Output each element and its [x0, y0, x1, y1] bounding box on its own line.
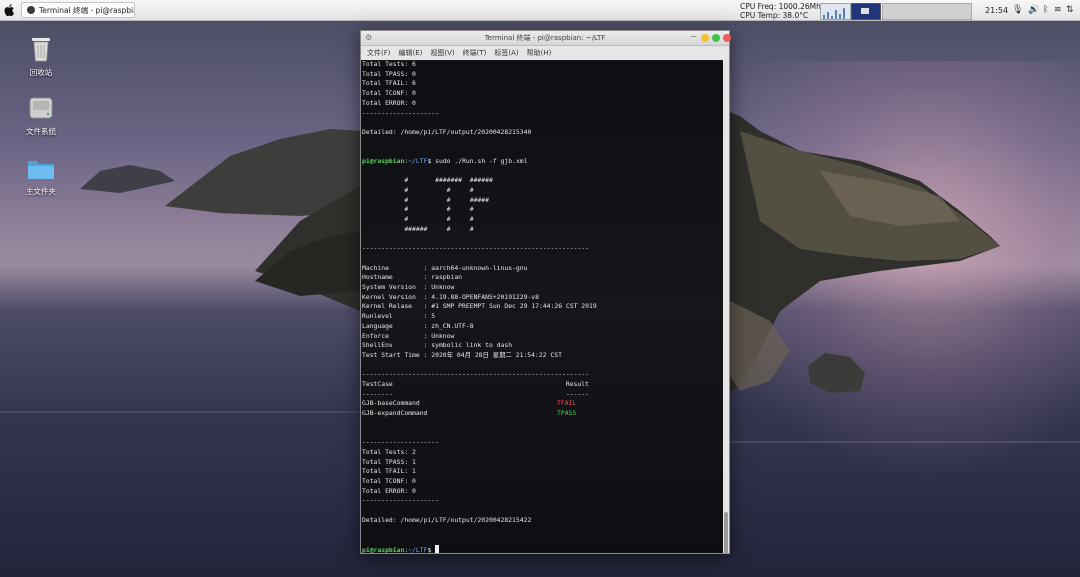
- result-pass: TPASS: [557, 409, 577, 418]
- menu-edit[interactable]: 编辑(E): [399, 46, 423, 60]
- terminal-prompt-line[interactable]: pi@raspbian:~/LTF$: [362, 544, 440, 553]
- sysinfo-line: Kernel Version : 4.19.88-OPENFANS+201912…: [362, 292, 539, 301]
- terminal-line: ----------------------------------------…: [362, 244, 590, 253]
- menu-file[interactable]: 文件(F): [367, 46, 391, 60]
- terminal-line: Total TFAIL: 6: [362, 79, 416, 88]
- terminal-line: --------------------: [362, 108, 439, 117]
- banner-line: # ####### ######: [362, 176, 493, 185]
- testcase-name: GJB-expandCommand: [362, 409, 428, 418]
- summary-line: Total TPASS: 1: [362, 457, 416, 466]
- sysinfo-line: Machine : aarch64-unknown-linux-gnu: [362, 263, 528, 272]
- testcase-name: GJB-baseCommand: [362, 399, 420, 408]
- desktop-icon-label: 回收站: [29, 68, 53, 77]
- top-menubar: Terminal 终端 - pi@raspbia··· CPU Freq: 10…: [0, 0, 1080, 21]
- banner-line: # # #: [362, 186, 474, 194]
- prompt-user: pi@raspbian: [362, 545, 405, 553]
- window-yellow-button[interactable]: [701, 34, 709, 42]
- mic-icon[interactable]: 🎙: [1012, 5, 1023, 15]
- banner-line: # # #: [362, 205, 474, 214]
- prompt-path: ~/LTF: [408, 545, 428, 553]
- sysinfo-line: Enforce : Unknow: [362, 331, 455, 340]
- banner-line: ###### # #: [362, 224, 474, 233]
- terminal-window[interactable]: ⚙ Terminal 终端 - pi@raspbian: ~/LTF − 文件(…: [360, 30, 731, 554]
- terminal-output[interactable]: Total Tests: 6 Total TPASS: 0 Total TFAI…: [361, 60, 723, 553]
- cpu-usage-graph: [820, 3, 851, 20]
- system-tray-panel: [882, 3, 972, 20]
- folder-icon: [28, 161, 54, 179]
- summary-line: Total ERROR: 0: [362, 486, 416, 495]
- menu-view[interactable]: 视图(V): [430, 46, 454, 60]
- sysinfo-line: Kernel Relase : #1 SMP PREEMPT Sun Dec 2…: [362, 302, 597, 311]
- desktop-icon-filesystem[interactable]: 文件系统: [11, 95, 71, 137]
- trash-icon: [32, 38, 50, 62]
- taskbar-terminal-button[interactable]: Terminal 终端 - pi@raspbia···: [21, 2, 135, 18]
- terminal-scrollbar[interactable]: [723, 60, 729, 554]
- sysinfo-line: Runlevel : 5: [362, 312, 436, 321]
- window-minimize-icon[interactable]: −: [690, 30, 697, 44]
- results-row: GJB-expandCommand: [362, 409, 427, 419]
- window-menubar: 文件(F) 编辑(E) 视图(V) 终端(T) 标签(A) 帮助(H): [361, 46, 729, 61]
- terminal-line: --------------------: [362, 496, 439, 505]
- sysinfo-line: Test Start Time : 2020年 04月 28日 星期二 21:5…: [362, 350, 562, 359]
- sysinfo-line: Hostname : raspbian: [362, 273, 463, 282]
- menu-tabs[interactable]: 标签(A): [494, 46, 518, 60]
- terminal-line: Detailed: /home/pi/LTF/output/2020042821…: [362, 127, 532, 136]
- terminal-command-line: pi@raspbian:~/LTF$ sudo ./Run.sh -f gjb.…: [362, 157, 527, 167]
- window-menu-icon[interactable]: ⚙: [365, 31, 372, 45]
- sysinfo-line: ShellEnv : symbolic link to dash: [362, 341, 513, 350]
- command-text: sudo ./Run.sh -f gjb.xml: [431, 156, 528, 165]
- wifi-icon[interactable]: ≋: [1054, 5, 1062, 15]
- summary-line: Total TFAIL: 1: [362, 467, 416, 476]
- desktop-icon-label: 文件系统: [26, 127, 56, 136]
- cpu-freq: CPU Freq: 1000.26Mhz: [740, 2, 825, 11]
- cpu-monitor: CPU Freq: 1000.26Mhz CPU Temp: 38.0°C: [740, 2, 825, 20]
- window-maximize-button[interactable]: [712, 34, 720, 42]
- apple-menu-icon[interactable]: [4, 3, 16, 17]
- terminal-line: Total TCONF: 0: [362, 89, 416, 98]
- window-titlebar[interactable]: ⚙ Terminal 终端 - pi@raspbian: ~/LTF −: [361, 30, 731, 46]
- sysinfo-line: Language : zh_CN.UTF-8: [362, 321, 474, 330]
- terminal-app-icon: [27, 6, 35, 14]
- banner-line: # # #####: [362, 195, 489, 204]
- scrollbar-thumb[interactable]: [724, 512, 728, 554]
- result-fail: TFAIL: [557, 399, 577, 408]
- results-header: TestCase Result: [362, 380, 590, 388]
- text-cursor: [435, 544, 440, 553]
- terminal-line: Total ERROR: 0: [362, 98, 416, 107]
- network-icon[interactable]: ⇅: [1066, 5, 1074, 15]
- desktop-icon-label: 主文件夹: [26, 187, 56, 196]
- terminal-line: Total Tests: 6: [362, 60, 416, 68]
- volume-icon[interactable]: 🔊: [1028, 5, 1039, 15]
- cpu-temp: CPU Temp: 38.0°C: [740, 11, 809, 20]
- taskbar-terminal-label: Terminal 终端 - pi@raspbia···: [39, 5, 134, 15]
- clock: 21:54: [985, 6, 1009, 15]
- window-title: Terminal 终端 - pi@raspbian: ~/LTF: [484, 34, 606, 42]
- window-close-button[interactable]: [723, 34, 731, 42]
- prompt-path: ~/LTF: [408, 156, 428, 165]
- terminal-line: Total TPASS: 0: [362, 69, 416, 78]
- detailed-path-line: Detailed: /home/pi/LTF/output/2020042821…: [362, 515, 532, 524]
- summary-line: Total TCONF: 0: [362, 477, 416, 485]
- desktop-icon-trash[interactable]: 回收站: [11, 36, 71, 78]
- drive-icon: [29, 97, 53, 119]
- sysinfo-line: System Version : Unknow: [362, 283, 455, 291]
- workspace-switcher[interactable]: [851, 3, 881, 20]
- banner-line: # # #: [362, 215, 474, 224]
- results-header-rule: -------- ------: [362, 389, 590, 398]
- bluetooth-icon[interactable]: ᛒ: [1043, 5, 1048, 15]
- summary-line: Total Tests: 2: [362, 447, 416, 456]
- terminal-line: ----------------------------------------…: [362, 370, 590, 379]
- results-row: GJB-baseCommand: [362, 399, 420, 409]
- desktop-icon-home-folder[interactable]: 主文件夹: [11, 157, 71, 197]
- menu-help[interactable]: 帮助(H): [527, 46, 552, 60]
- terminal-line: --------------------: [362, 438, 439, 447]
- prompt-user: pi@raspbian: [362, 156, 405, 165]
- menu-terminal[interactable]: 终端(T): [463, 46, 487, 60]
